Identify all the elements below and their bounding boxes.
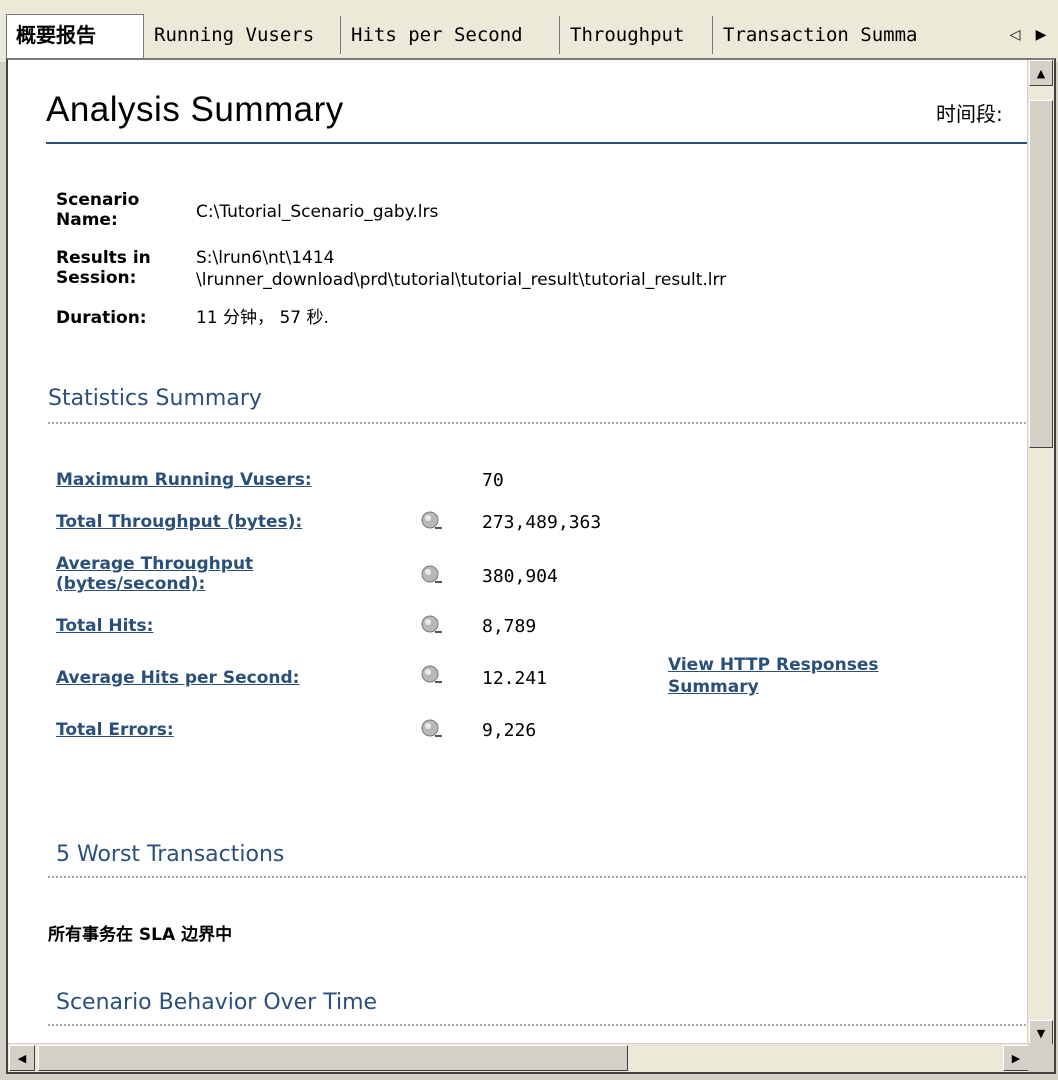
- tab-summary-report[interactable]: 概要报告: [6, 14, 144, 58]
- graph-icon[interactable]: [420, 564, 444, 586]
- scrollbar-corner: [1028, 1044, 1054, 1072]
- report-frame: Analysis Summary 时间段: Scenario Name: C:\…: [6, 58, 1056, 1074]
- average-hits-link[interactable]: Average Hits per Second:: [56, 668, 299, 688]
- duration-label: Duration:: [56, 308, 147, 328]
- tab-hits-per-second[interactable]: Hits per Second: [342, 16, 560, 54]
- horizontal-scroll-thumb[interactable]: [38, 1045, 628, 1071]
- scenario-behavior-divider: [48, 1024, 1030, 1026]
- tab-running-vusers[interactable]: Running Vusers: [145, 16, 341, 54]
- results-session-line2: \lrunner_download\prd\tutorial\tutorial_…: [196, 270, 727, 290]
- total-errors-link[interactable]: Total Errors:: [56, 720, 174, 740]
- average-throughput-value: 380,904: [482, 566, 558, 587]
- average-throughput-label: Average Throughput (bytes/second):: [56, 554, 254, 594]
- statistics-summary-heading: Statistics Summary: [48, 386, 262, 411]
- tab-throughput[interactable]: Throughput: [561, 16, 713, 54]
- graph-icon[interactable]: [420, 510, 444, 532]
- scroll-left-icon[interactable]: ◀: [9, 1045, 35, 1071]
- tab-strip: 概要报告 Running Vusers Hits per Second Thro…: [0, 0, 1058, 62]
- tab-scroll-left-icon[interactable]: ◁: [1008, 24, 1022, 46]
- results-session-line1: S:\lrun6\nt\1414: [196, 248, 335, 268]
- tab-scroll-right-icon[interactable]: ▶: [1034, 24, 1048, 46]
- graph-icon[interactable]: [420, 664, 444, 686]
- sla-status-text: 所有事务在 SLA 边界中: [48, 925, 233, 945]
- title-divider: [46, 142, 1030, 144]
- total-hits-value: 8,789: [482, 616, 537, 637]
- horizontal-scrollbar[interactable]: ◀ ▶: [8, 1043, 1030, 1072]
- worst-transactions-heading: 5 Worst Transactions: [56, 842, 285, 867]
- average-hits-value: 12.241: [482, 668, 548, 689]
- scenario-behavior-heading: Scenario Behavior Over Time: [56, 990, 378, 1015]
- page-title: Analysis Summary: [46, 90, 344, 129]
- total-throughput-value: 273,489,363: [482, 512, 602, 533]
- graph-icon[interactable]: [420, 718, 444, 740]
- vertical-scroll-thumb[interactable]: [1029, 100, 1053, 448]
- worst-transactions-divider: [48, 876, 1030, 878]
- view-http-responses-link[interactable]: View HTTP Responses Summary: [668, 654, 958, 698]
- max-running-vusers-link[interactable]: Maximum Running Vusers:: [56, 470, 312, 490]
- scroll-up-icon[interactable]: ▲: [1029, 60, 1053, 86]
- total-errors-value: 9,226: [482, 720, 537, 741]
- average-throughput-link[interactable]: Average Throughput (bytes/second):: [56, 554, 356, 594]
- tab-transaction-summary[interactable]: Transaction Summa: [714, 16, 954, 54]
- report-content: Analysis Summary 时间段: Scenario Name: C:\…: [8, 60, 1030, 1046]
- scroll-right-icon[interactable]: ▶: [1003, 1045, 1029, 1071]
- scenario-name-value: C:\Tutorial_Scenario_gaby.lrs: [196, 202, 439, 222]
- time-period-label: 时间段:: [936, 102, 1003, 126]
- results-session-label: Results in Session:: [56, 248, 151, 288]
- duration-value: 11 分钟， 57 秒.: [196, 308, 329, 328]
- total-hits-link[interactable]: Total Hits:: [56, 616, 153, 636]
- scenario-name-label: Scenario Name:: [56, 190, 140, 230]
- http-link-label: View HTTP Responses Summary: [668, 655, 879, 697]
- total-throughput-link[interactable]: Total Throughput (bytes):: [56, 512, 302, 532]
- statistics-divider: [48, 422, 1030, 424]
- scroll-down-icon[interactable]: ▼: [1029, 1020, 1053, 1046]
- graph-icon[interactable]: [420, 614, 444, 636]
- vertical-scrollbar[interactable]: ▲ ▼: [1027, 60, 1054, 1046]
- max-running-vusers-value: 70: [482, 470, 504, 491]
